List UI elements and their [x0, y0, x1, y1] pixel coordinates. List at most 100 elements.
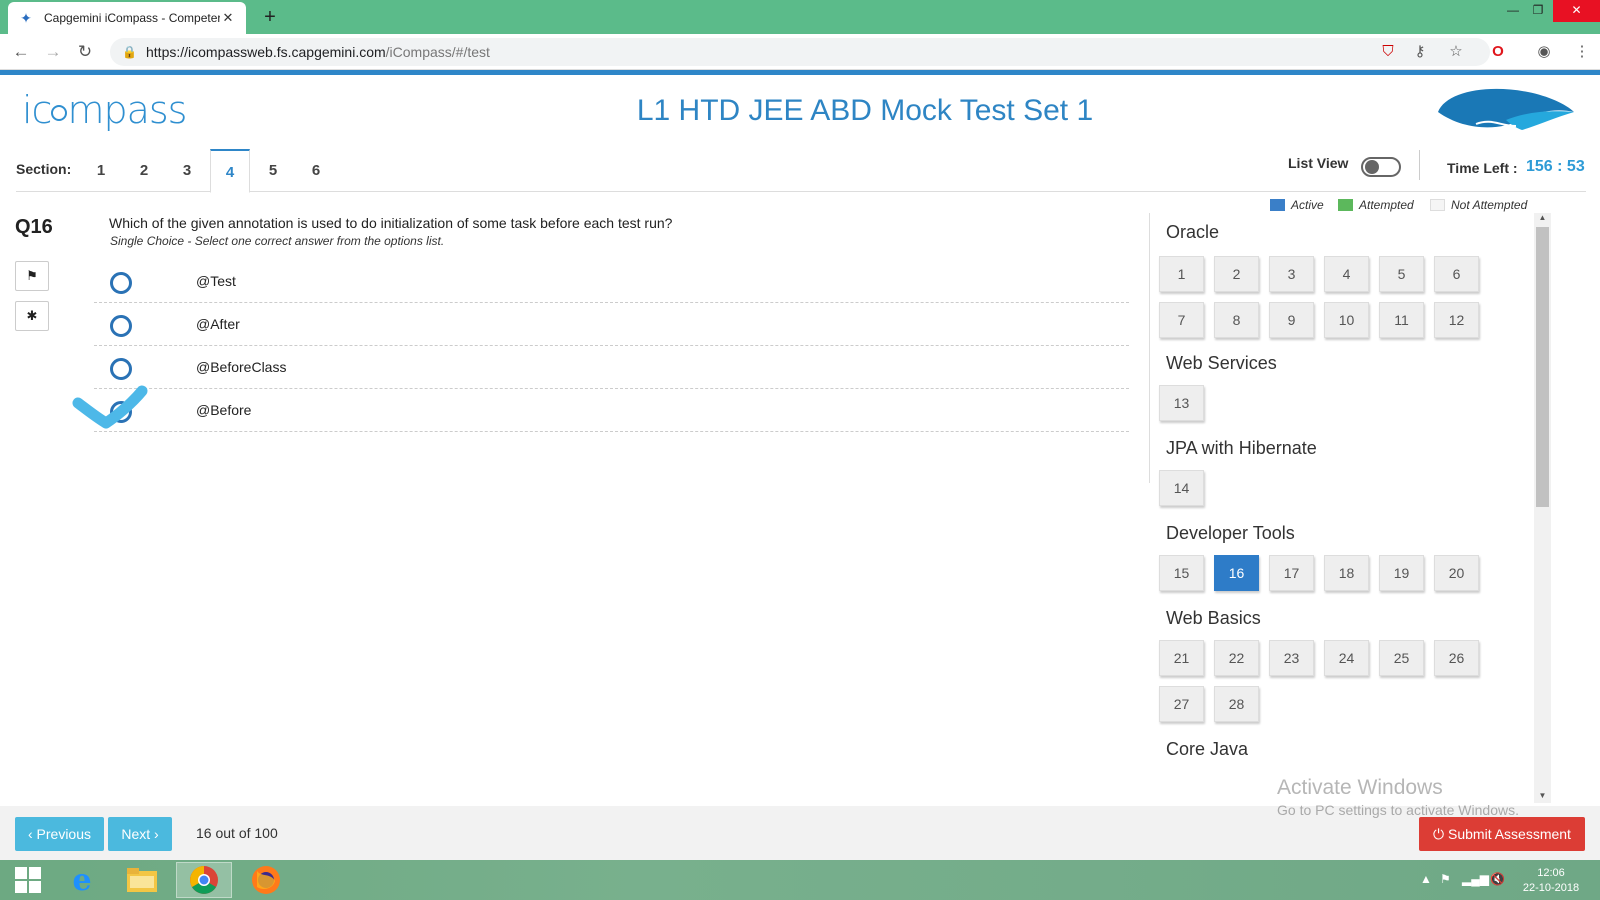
option-label: @BeforeClass	[196, 359, 287, 375]
question-nav-button-20[interactable]: 20	[1434, 555, 1479, 591]
action-center-flag-icon[interactable]: ⚑	[1440, 872, 1451, 886]
legend-swatch-active	[1270, 199, 1285, 211]
legend-not-attempted-label: Not Attempted	[1451, 198, 1528, 212]
option-1[interactable]: @Test	[94, 260, 1129, 303]
firefox-icon[interactable]	[238, 862, 294, 898]
question-nav-button-18[interactable]: 18	[1324, 555, 1369, 591]
question-nav-button-3[interactable]: 3	[1269, 256, 1314, 292]
section-tab-1[interactable]: 1	[81, 149, 121, 192]
question-nav-button-25[interactable]: 25	[1379, 640, 1424, 676]
close-tab-icon[interactable]: ✕	[220, 10, 236, 26]
question-nav-button-9[interactable]: 9	[1269, 302, 1314, 338]
option-4[interactable]: @Before	[94, 389, 1129, 432]
new-tab-button[interactable]: +	[258, 4, 282, 30]
question-nav-button-7[interactable]: 7	[1159, 302, 1204, 338]
question-nav-button-15[interactable]: 15	[1159, 555, 1204, 591]
group-title-jpa-hibernate: JPA with Hibernate	[1166, 438, 1317, 458]
question-nav-button-13[interactable]: 13	[1159, 385, 1204, 421]
close-window-button[interactable]: ✕	[1553, 0, 1600, 22]
legend-active-label: Active	[1291, 198, 1324, 212]
option-radio[interactable]	[110, 315, 132, 337]
question-nav-button-24[interactable]: 24	[1324, 640, 1369, 676]
show-hidden-icons-icon[interactable]: ▲	[1420, 872, 1432, 886]
internet-explorer-icon[interactable]: e	[54, 862, 110, 898]
question-nav-button-22[interactable]: 22	[1214, 640, 1259, 676]
question-number: Q16	[15, 216, 53, 238]
chrome-icon[interactable]	[176, 862, 232, 898]
back-button[interactable]: ←	[10, 41, 32, 63]
browser-tab-title: Capgemini iCompass - Competer	[44, 11, 220, 25]
opera-extension-icon[interactable]: O	[1488, 42, 1508, 62]
section-tab-5[interactable]: 5	[253, 149, 293, 192]
next-button[interactable]: Next ›	[108, 817, 172, 851]
question-instructions: Single Choice - Select one correct answe…	[110, 234, 445, 248]
reload-button[interactable]: ↻	[74, 41, 96, 63]
group-title-core-java: Core Java	[1166, 739, 1249, 759]
question-nav-button-10[interactable]: 10	[1324, 302, 1369, 338]
activate-windows-subtitle: Go to PC settings to activate Windows.	[1277, 802, 1519, 818]
question-nav-button-1[interactable]: 1	[1159, 256, 1204, 292]
section-tab-2[interactable]: 2	[124, 149, 164, 192]
list-view-toggle[interactable]	[1361, 157, 1401, 177]
section-tab-3[interactable]: 3	[167, 149, 207, 192]
maximize-window-button[interactable]: ❐	[1518, 0, 1558, 22]
legend-active: Active	[1270, 198, 1324, 212]
question-nav-button-5[interactable]: 5	[1379, 256, 1424, 292]
bookmark-star-icon[interactable]: ☆	[1446, 42, 1466, 62]
question-nav-button-4[interactable]: 4	[1324, 256, 1369, 292]
taskbar-clock[interactable]: 12:06 22-10-2018	[1516, 866, 1586, 896]
forward-button[interactable]: →	[42, 41, 64, 63]
clock-time: 12:06	[1537, 867, 1565, 879]
profile-icon[interactable]: ◉	[1534, 42, 1554, 62]
question-nav-button-2[interactable]: 2	[1214, 256, 1259, 292]
question-nav-button-28[interactable]: 28	[1214, 686, 1259, 722]
legend-swatch-attempted	[1338, 199, 1353, 211]
blocked-content-icon[interactable]: ⛉	[1378, 42, 1398, 62]
question-nav-button-8[interactable]: 8	[1214, 302, 1259, 338]
question-nav-button-12[interactable]: 12	[1434, 302, 1479, 338]
submit-assessment-button[interactable]: ⏻ Submit Assessment	[1419, 817, 1585, 851]
panel-divider	[1149, 213, 1150, 483]
question-nav-button-21[interactable]: 21	[1159, 640, 1204, 676]
legend-attempted: Attempted	[1338, 198, 1414, 212]
scrollbar-thumb[interactable]	[1536, 227, 1549, 507]
volume-muted-icon[interactable]: 🔇	[1490, 872, 1505, 886]
group-title-web-services: Web Services	[1166, 353, 1277, 373]
question-nav-button-6[interactable]: 6	[1434, 256, 1479, 292]
flag-question-button[interactable]: ⚑	[15, 261, 49, 291]
browser-tab-strip: ✦ Capgemini iCompass - Competer ✕ + — ❐ …	[0, 0, 1600, 34]
report-bug-button[interactable]: ✱	[15, 301, 49, 331]
panel-scrollbar[interactable]: ▲ ▼	[1534, 213, 1551, 803]
file-explorer-icon[interactable]	[114, 862, 170, 898]
windows-start-icon[interactable]	[0, 862, 56, 898]
question-nav-button-16[interactable]: 16	[1214, 555, 1259, 591]
question-nav-button-11[interactable]: 11	[1379, 302, 1424, 338]
header-separator	[1419, 150, 1420, 180]
question-nav-button-19[interactable]: 19	[1379, 555, 1424, 591]
menu-icon[interactable]: ⋮	[1572, 42, 1592, 62]
question-nav-button-17[interactable]: 17	[1269, 555, 1314, 591]
section-tab-4[interactable]: 4	[210, 149, 250, 193]
group-title-web-basics: Web Basics	[1166, 608, 1261, 628]
section-tab-6[interactable]: 6	[296, 149, 336, 192]
question-text: Which of the given annotation is used to…	[109, 215, 673, 231]
network-signal-icon[interactable]: ▂▄▆	[1462, 872, 1489, 886]
question-nav-button-14[interactable]: 14	[1159, 470, 1204, 506]
capgemini-spade-logo	[1438, 88, 1574, 130]
legend-swatch-not-attempted	[1430, 199, 1445, 211]
header-accent-bar	[0, 70, 1600, 75]
previous-button[interactable]: ‹ Previous	[15, 817, 104, 851]
question-nav-button-23[interactable]: 23	[1269, 640, 1314, 676]
scroll-down-arrow-icon[interactable]: ▼	[1534, 791, 1551, 803]
option-2[interactable]: @After	[94, 303, 1129, 346]
browser-tab[interactable]: ✦ Capgemini iCompass - Competer ✕	[8, 2, 246, 34]
question-nav-button-27[interactable]: 27	[1159, 686, 1204, 722]
option-3[interactable]: @BeforeClass	[94, 346, 1129, 389]
key-icon[interactable]: ⚷	[1410, 42, 1430, 62]
section-divider	[16, 191, 1586, 192]
option-radio[interactable]	[110, 272, 132, 294]
scroll-up-arrow-icon[interactable]: ▲	[1534, 213, 1551, 225]
option-radio[interactable]	[110, 358, 132, 380]
question-nav-button-26[interactable]: 26	[1434, 640, 1479, 676]
url-field[interactable]: 🔒 https://icompassweb.fs.capgemini.com/i…	[110, 38, 1490, 66]
